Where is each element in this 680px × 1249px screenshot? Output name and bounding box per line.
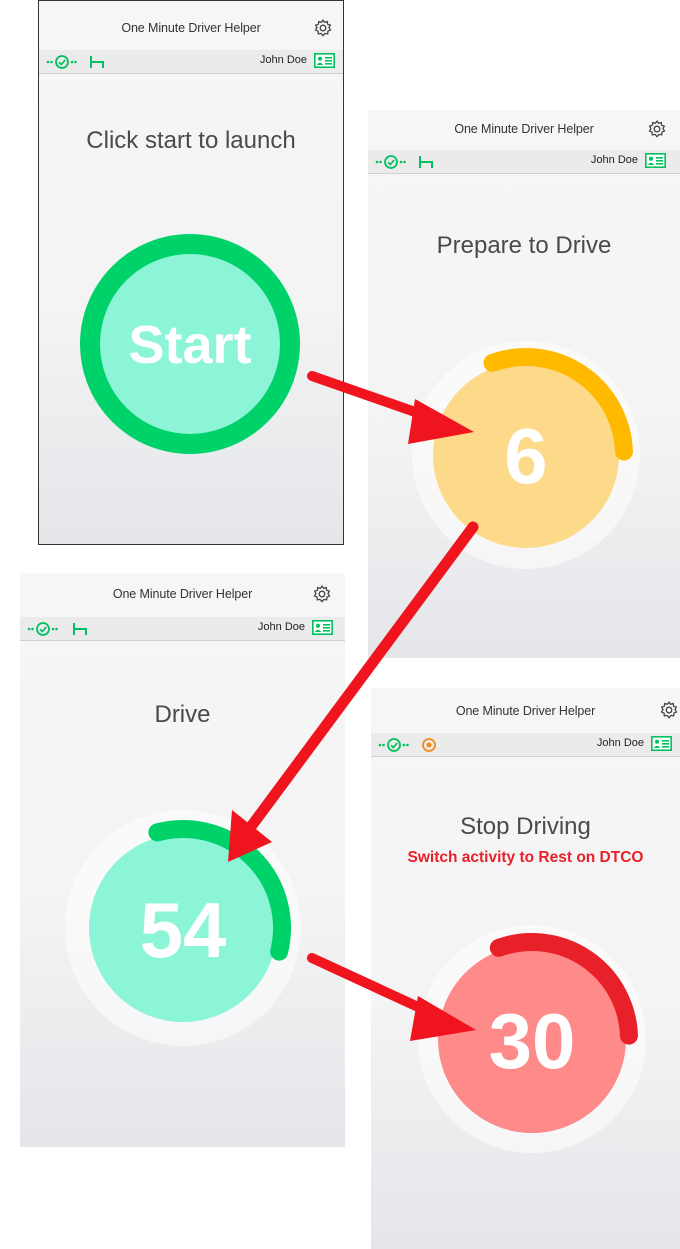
countdown-value: 6 bbox=[504, 412, 547, 500]
user-name: John Doe bbox=[590, 154, 638, 166]
stop-countdown-dial: 30 bbox=[413, 920, 651, 1158]
screen-prepare: One Minute Driver Helper John Doe Prepar… bbox=[368, 110, 680, 658]
bed-icon bbox=[73, 623, 87, 635]
app-title: One Minute Driver Helper bbox=[121, 21, 261, 35]
settings-gear-icon[interactable] bbox=[312, 584, 332, 604]
user-name: John Doe bbox=[596, 737, 644, 749]
start-button[interactable]: Start bbox=[80, 234, 300, 454]
drive-minutes-value: 54 bbox=[140, 886, 227, 974]
settings-gear-icon[interactable] bbox=[659, 700, 679, 720]
screen-stop: One Minute Driver Helper John Doe Stop D… bbox=[371, 688, 680, 1249]
countdown-dial: 6 bbox=[406, 335, 646, 575]
drive-icon bbox=[27, 622, 58, 636]
app-title: One Minute Driver Helper bbox=[112, 587, 253, 601]
target-icon bbox=[422, 738, 436, 752]
bed-icon bbox=[90, 56, 104, 68]
user-name: John Doe bbox=[259, 54, 307, 66]
screen-start: One Minute Driver Helper John Doe Click … bbox=[38, 0, 344, 545]
app-title: One Minute Driver Helper bbox=[454, 122, 594, 136]
status-bar: John Doe bbox=[368, 150, 680, 174]
status-bar: John Doe bbox=[371, 733, 680, 757]
settings-gear-icon[interactable] bbox=[313, 18, 333, 38]
driver-card-icon[interactable] bbox=[651, 736, 672, 751]
driver-card-icon[interactable] bbox=[645, 153, 666, 168]
app-title: One Minute Driver Helper bbox=[455, 704, 596, 718]
driver-card-icon[interactable] bbox=[314, 53, 335, 68]
drive-icon bbox=[378, 738, 409, 752]
status-bar: John Doe bbox=[39, 50, 343, 74]
settings-gear-icon[interactable] bbox=[647, 119, 667, 139]
status-bar: John Doe bbox=[20, 617, 345, 641]
start-label: Start bbox=[128, 315, 251, 375]
status-heading: Drive bbox=[154, 701, 211, 728]
rest-warning: Switch activity to Rest on DTCO bbox=[407, 849, 644, 866]
screen-drive: One Minute Driver Helper John Doe Drive … bbox=[20, 573, 345, 1147]
status-heading: Stop Driving bbox=[460, 813, 591, 840]
drive-icon bbox=[375, 155, 406, 169]
drive-icon bbox=[46, 55, 77, 69]
status-heading: Prepare to Drive bbox=[436, 232, 612, 259]
user-name: John Doe bbox=[257, 621, 305, 633]
driver-card-icon[interactable] bbox=[312, 620, 333, 635]
stop-countdown-value: 30 bbox=[489, 997, 576, 1085]
drive-time-dial: 54 bbox=[62, 807, 304, 1049]
bed-icon bbox=[419, 156, 433, 168]
instruction-heading: Click start to launch bbox=[86, 127, 296, 154]
